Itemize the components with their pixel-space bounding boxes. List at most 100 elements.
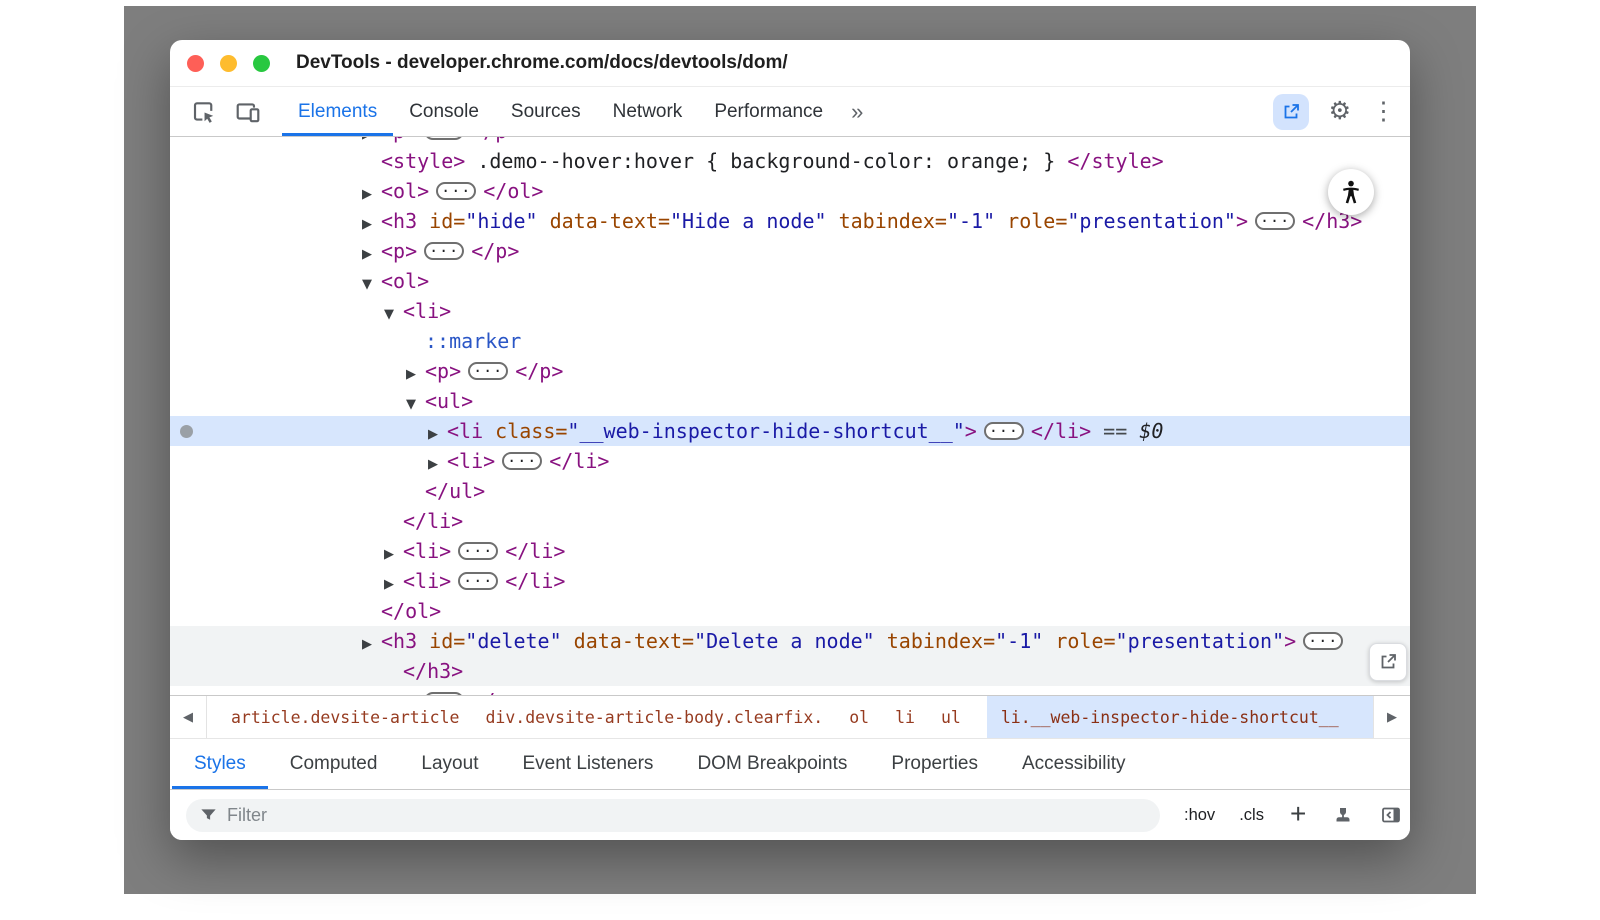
tree-row[interactable]: <style> .demo--hover:hover { background-… (170, 146, 1410, 176)
accessibility-cursor-button[interactable] (1328, 169, 1374, 215)
zoom-window-button[interactable] (253, 55, 270, 72)
code-value: "-1" (947, 209, 995, 233)
inspect-element-icon[interactable] (188, 87, 220, 136)
tree-row[interactable]: </ol> (170, 596, 1410, 626)
breadcrumb-item[interactable]: article.devsite-article (231, 696, 459, 738)
tab-performance[interactable]: Performance (698, 87, 839, 136)
tree-row[interactable]: ::marker (170, 326, 1410, 356)
minimize-window-button[interactable] (220, 55, 237, 72)
sidebar-tab-dom-breakpoints[interactable]: DOM Breakpoints (675, 739, 869, 789)
sidebar-tab-accessibility[interactable]: Accessibility (1000, 739, 1147, 789)
code-attr: class= (483, 419, 567, 443)
selected-node-marker (180, 425, 193, 438)
tree-row[interactable]: ▶<p>···</p> (170, 686, 1410, 695)
tree-row[interactable]: </li> (170, 506, 1410, 536)
settings-icon[interactable]: ⚙ (1329, 99, 1351, 124)
ellipsis-pill[interactable]: ··· (1303, 632, 1343, 650)
tree-row[interactable]: ▶<p>···</p> (170, 356, 1410, 386)
filter-input[interactable]: Filter (186, 799, 1160, 832)
code-value: "Hide a node" (670, 209, 827, 233)
toggle-element-classes-cls[interactable]: .cls (1239, 806, 1264, 825)
tab-elements[interactable]: Elements (282, 87, 393, 136)
sidebar-tab-computed[interactable]: Computed (268, 739, 400, 789)
new-style-rule-button[interactable]: + (1290, 800, 1306, 828)
breadcrumb-item[interactable]: li.__web-inspector-hide-shortcut__ (987, 696, 1373, 738)
tree-row[interactable]: ▶<p>···</p> (170, 236, 1410, 266)
title-bar: DevTools - developer.chrome.com/docs/dev… (170, 40, 1410, 87)
breadcrumb-item[interactable]: li (895, 696, 915, 738)
close-window-button[interactable] (187, 55, 204, 72)
popout-highlight-icon[interactable] (1273, 94, 1309, 130)
code-attr: id= (417, 629, 465, 653)
tree-row[interactable]: ▶<li>···</li> (170, 536, 1410, 566)
code-tag: <ol> (381, 269, 429, 293)
code-value: "presentation" (1067, 209, 1236, 233)
ellipsis-pill[interactable]: ··· (458, 572, 498, 590)
ellipsis-pill[interactable]: ··· (424, 137, 464, 140)
popout-floating-button[interactable] (1369, 643, 1407, 681)
tree-row[interactable]: ▶<li class="__web-inspector-hide-shortcu… (170, 416, 1410, 446)
code-attr: data-text= (562, 629, 694, 653)
code-value: "delete" (465, 629, 561, 653)
tree-row[interactable]: ▼<li> (170, 296, 1410, 326)
ellipsis-pill[interactable]: ··· (468, 362, 508, 380)
toggle-sidebar-icon[interactable] (1380, 804, 1402, 826)
tab-console[interactable]: Console (393, 87, 495, 136)
sidebar-tab-event-listeners[interactable]: Event Listeners (500, 739, 675, 789)
tree-row[interactable]: </ul> (170, 476, 1410, 506)
tree-row[interactable]: ▶<li>···</li> (170, 446, 1410, 476)
code-tag: </ol> (381, 599, 441, 623)
sidebar-tabs: StylesComputedLayoutEvent ListenersDOM B… (170, 739, 1410, 790)
devtools-window: DevTools - developer.chrome.com/docs/dev… (170, 40, 1410, 840)
code-value: "__web-inspector-hide-shortcut__" (567, 419, 964, 443)
breadcrumb-item[interactable]: ol (849, 696, 869, 738)
tree-row[interactable]: ▶<h3 id="delete" data-text="Delete a nod… (170, 626, 1410, 656)
device-toolbar-icon[interactable] (232, 87, 264, 136)
sidebar-tab-layout[interactable]: Layout (399, 739, 500, 789)
toolbar-right-group: ⚙ ⋮ (1273, 87, 1396, 136)
code-eq: == (1091, 419, 1139, 443)
ellipsis-pill[interactable]: ··· (458, 542, 498, 560)
code-tag: </ol> (483, 179, 543, 203)
code-tag: <p> (425, 359, 461, 383)
breadcrumb-scroll-left[interactable]: ◀ (170, 696, 207, 738)
tab-network[interactable]: Network (597, 87, 699, 136)
ellipsis-pill[interactable]: ··· (502, 452, 542, 470)
expand-arrow[interactable]: ▶ (362, 690, 381, 695)
code-tag: </h3> (403, 659, 463, 683)
code-attr: role= (1043, 629, 1115, 653)
tree-row[interactable]: ▼<ol> (170, 266, 1410, 296)
ellipsis-pill[interactable]: ··· (424, 692, 464, 695)
tree-row[interactable]: </h3> (170, 656, 1410, 686)
code-tag: </p> (471, 689, 519, 695)
element-states-icon[interactable] (1332, 804, 1354, 826)
ellipsis-pill[interactable]: ··· (424, 242, 464, 260)
more-tabs-icon[interactable]: » (839, 87, 875, 136)
tree-row[interactable]: ▼<ul> (170, 386, 1410, 416)
code-tag: <li> (403, 539, 451, 563)
breadcrumb-item[interactable]: div.devsite-article-body.clearfix. (485, 696, 823, 738)
breadcrumb-item[interactable]: ul (941, 696, 961, 738)
breadcrumb-bar: ◀ article.devsite-article div.devsite-art… (170, 695, 1410, 739)
code-attr: data-text= (538, 209, 670, 233)
ellipsis-pill[interactable]: ··· (1255, 212, 1295, 230)
code-tag: <style> (381, 149, 465, 173)
ellipsis-pill[interactable]: ··· (984, 422, 1024, 440)
tree-row[interactable]: ▶<li>···</li> (170, 566, 1410, 596)
sidebar-tab-styles[interactable]: Styles (172, 739, 268, 789)
dom-tree: ▶<p>···</p><style> .demo--hover:hover { … (170, 137, 1410, 695)
code-tag: </li> (403, 509, 463, 533)
menu-kebab-icon[interactable]: ⋮ (1371, 99, 1396, 124)
desktop-background: DevTools - developer.chrome.com/docs/dev… (124, 6, 1476, 894)
code-tag: <p> (381, 239, 417, 263)
filter-placeholder: Filter (227, 805, 267, 826)
tree-row[interactable]: ▶<h3 id="hide" data-text="Hide a node" t… (170, 206, 1410, 236)
tree-row[interactable]: ▶<ol>···</ol> (170, 176, 1410, 206)
tree-row[interactable]: ▶<p>···</p> (170, 137, 1410, 146)
breadcrumb-scroll-right[interactable]: ▶ (1373, 696, 1410, 738)
tab-sources[interactable]: Sources (495, 87, 597, 136)
code-tag: </p> (471, 239, 519, 263)
sidebar-tab-properties[interactable]: Properties (869, 739, 1000, 789)
ellipsis-pill[interactable]: ··· (436, 182, 476, 200)
toggle-element-state-hov[interactable]: :hov (1184, 806, 1215, 825)
